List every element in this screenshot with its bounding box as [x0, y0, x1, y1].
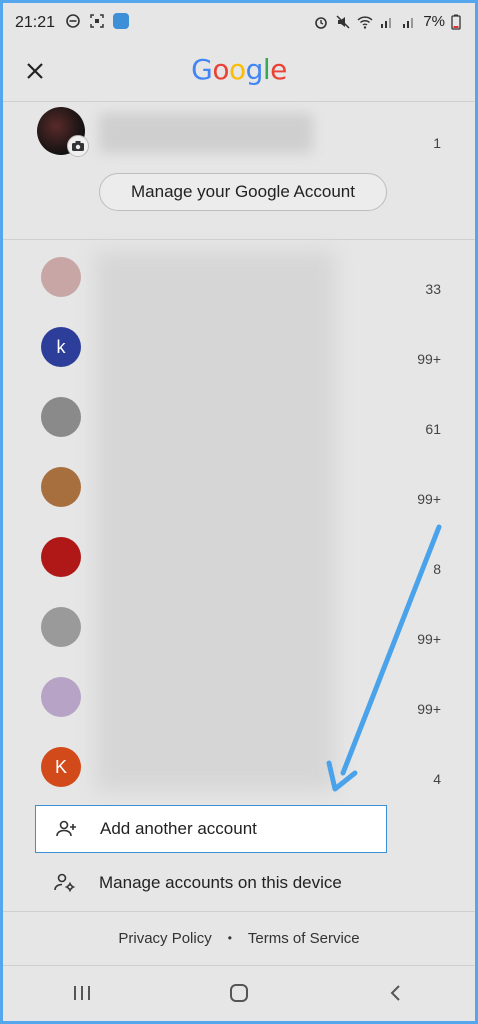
logo-letter-g2: g [245, 53, 264, 86]
signal-icon-2 [403, 17, 414, 28]
logo-letter-o1: o [212, 53, 229, 86]
account-avatar: K [41, 747, 81, 787]
add-account-label: Add another account [100, 819, 257, 838]
footer-separator: • [227, 931, 232, 945]
header-divider [3, 101, 475, 102]
account-unread-count: 8 [433, 561, 441, 577]
add-account-button[interactable]: Add another account [35, 805, 387, 853]
account-avatar [41, 537, 81, 577]
account-row[interactable]: K 4 [3, 741, 475, 811]
account-unread-count: 99+ [417, 701, 441, 717]
account-row[interactable]: k 99+ [3, 321, 475, 391]
nav-divider [3, 965, 475, 966]
primary-account-name-redacted [99, 113, 313, 153]
status-right: 7% [313, 13, 461, 30]
back-icon [390, 984, 401, 1001]
google-logo: Google [3, 53, 475, 86]
signal-icon-1 [381, 17, 392, 28]
terms-of-service-link[interactable]: Terms of Service [248, 930, 360, 947]
screen-frame: 21:21 7% Google 1 Manage your Google Acc… [3, 3, 475, 1021]
account-row[interactable]: 99+ [3, 601, 475, 671]
manage-accounts-icon [54, 873, 75, 892]
manage-device-label: Manage accounts on this device [99, 873, 342, 892]
app-notification-icon [113, 13, 129, 29]
account-row[interactable]: 33 [3, 251, 475, 321]
account-row[interactable]: 99+ [3, 671, 475, 741]
account-unread-count: 99+ [417, 631, 441, 647]
account-avatar: k [41, 327, 81, 367]
account-row[interactable]: 99+ [3, 461, 475, 531]
privacy-policy-link[interactable]: Privacy Policy [118, 930, 211, 947]
logo-letter-e: e [270, 53, 287, 86]
account-unread-count: 99+ [417, 351, 441, 367]
primary-account: 1 Manage your Google Account [3, 103, 475, 239]
mute-icon [336, 14, 350, 29]
screenshot-icon [90, 14, 104, 28]
recents-button[interactable] [71, 983, 93, 1008]
account-unread-count: 61 [425, 421, 441, 437]
recents-icon [73, 985, 90, 1000]
status-left-icons [65, 13, 129, 29]
status-time: 21:21 [15, 14, 56, 31]
primary-unread-count: 1 [433, 135, 441, 151]
account-avatar [41, 397, 81, 437]
do-not-disturb-icon [66, 14, 80, 28]
logo-letter-o2: o [228, 53, 246, 86]
manage-device-accounts-button[interactable]: Manage accounts on this device [35, 859, 455, 907]
footer: Privacy Policy • Terms of Service [3, 923, 475, 953]
home-icon [229, 983, 248, 1002]
account-avatar [41, 677, 81, 717]
account-unread-count: 99+ [417, 491, 441, 507]
account-avatar [41, 467, 81, 507]
camera-icon [72, 141, 84, 151]
change-photo-button[interactable] [67, 135, 89, 157]
add-person-icon [56, 820, 76, 837]
battery-percent: 7% [423, 13, 445, 30]
back-button[interactable] [385, 982, 407, 1009]
account-unread-count: 33 [425, 281, 441, 297]
system-nav-bar [3, 969, 475, 1021]
home-button[interactable] [228, 982, 250, 1009]
manage-account-button[interactable]: Manage your Google Account [99, 173, 387, 211]
alarm-icon [315, 16, 328, 29]
logo-letter-g: G [191, 53, 213, 86]
account-row[interactable]: 8 [3, 531, 475, 601]
header: Google [3, 47, 475, 99]
status-bar: 21:21 7% [3, 3, 475, 43]
account-avatar [41, 607, 81, 647]
account-avatar [41, 257, 81, 297]
footer-divider [3, 911, 475, 912]
account-row[interactable]: 61 [3, 391, 475, 461]
account-unread-count: 4 [433, 771, 441, 787]
primary-divider [3, 239, 475, 240]
wifi-icon [357, 15, 373, 29]
battery-icon [451, 14, 461, 30]
